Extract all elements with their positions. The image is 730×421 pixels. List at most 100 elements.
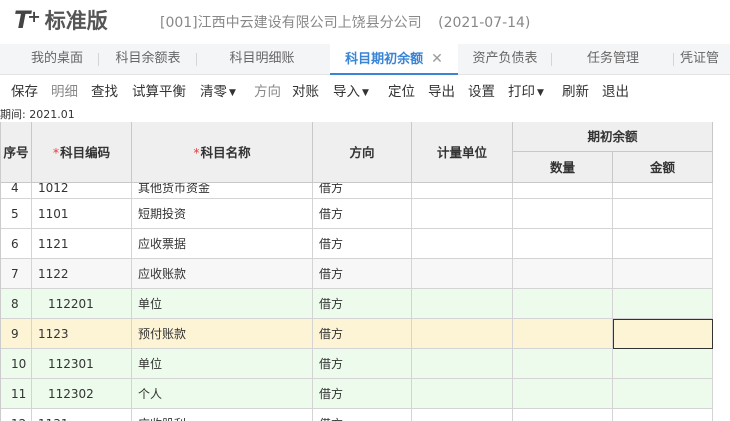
cell-direction[interactable]: 借方	[313, 183, 412, 199]
cell-code[interactable]: 1131	[32, 409, 132, 421]
locate-button[interactable]: 定位	[388, 80, 415, 100]
refresh-button[interactable]: 刷新	[562, 80, 589, 100]
cell-unit[interactable]	[412, 349, 513, 379]
tab-balance-sheet[interactable]: 资产负债表	[458, 44, 552, 74]
import-menu[interactable]: 导入 ▼	[333, 80, 369, 100]
reconcile-button[interactable]: 对账	[292, 80, 319, 100]
header-direction[interactable]: 方向	[313, 122, 412, 183]
chevron-down-icon: ▼	[229, 88, 236, 98]
tab-label: 科目期初余额	[345, 52, 424, 67]
cell-direction[interactable]: 借方	[313, 379, 412, 409]
grid-header: 序号 *科目编码 *科目名称 方向 计量单位 期初余额 数量 金额	[1, 122, 713, 183]
cell-name[interactable]: 其他货币资金	[132, 183, 313, 199]
tab-task-management[interactable]: 任务管理	[552, 44, 674, 74]
cell-code[interactable]: 1122	[32, 259, 132, 289]
header-name-label: 科目名称	[200, 145, 251, 160]
cell-name[interactable]: 应收票据	[132, 229, 313, 259]
header-code[interactable]: *科目编码	[32, 122, 132, 183]
tab-voucher[interactable]: 凭证管	[680, 44, 730, 74]
tab-label: 科目明细账	[229, 51, 295, 66]
cell-amount[interactable]	[613, 289, 713, 319]
detail-button[interactable]: 明细	[51, 80, 78, 100]
cell-code[interactable]: 1121	[32, 229, 132, 259]
cell-amount[interactable]	[613, 259, 713, 289]
tab-opening-balance[interactable]: 科目期初余额 ✕	[330, 44, 458, 75]
cell-code[interactable]: 1123	[32, 319, 132, 349]
cell-quantity[interactable]	[513, 379, 613, 409]
cell-direction[interactable]: 借方	[313, 229, 412, 259]
cell-name[interactable]: 预付账款	[132, 319, 313, 349]
close-icon[interactable]: ✕	[431, 51, 443, 67]
cell-name[interactable]: 个人	[132, 379, 313, 409]
cell-seq: 12	[1, 409, 32, 421]
header-unit[interactable]: 计量单位	[412, 122, 513, 183]
settings-button[interactable]: 设置	[468, 80, 495, 100]
direction-button[interactable]: 方向	[254, 80, 281, 100]
header-amount-label: 金额	[649, 160, 675, 175]
cell-amount[interactable]	[613, 379, 713, 409]
save-button[interactable]: 保存	[11, 80, 38, 100]
cell-quantity[interactable]	[513, 289, 613, 319]
cell-quantity[interactable]	[513, 199, 613, 229]
cell-quantity[interactable]	[513, 229, 613, 259]
cell-amount[interactable]	[613, 199, 713, 229]
cell-name[interactable]: 单位	[132, 349, 313, 379]
cell-code[interactable]: 112201	[32, 289, 132, 319]
cell-name[interactable]: 单位	[132, 289, 313, 319]
cell-direction[interactable]: 借方	[313, 319, 412, 349]
clear-menu[interactable]: 清零 ▼	[200, 80, 236, 100]
cell-seq: 8	[1, 289, 32, 319]
cell-quantity[interactable]	[513, 349, 613, 379]
cell-seq: 9	[1, 319, 32, 349]
cell-direction[interactable]: 借方	[313, 259, 412, 289]
tab-account-detail[interactable]: 科目明细账	[197, 44, 327, 74]
cell-quantity[interactable]	[513, 409, 613, 421]
cell-unit[interactable]	[412, 319, 513, 349]
print-label: 打印	[508, 84, 535, 100]
export-button[interactable]: 导出	[428, 80, 455, 100]
cell-amount[interactable]	[613, 229, 713, 259]
period-label: 期间: 2021.01	[0, 108, 75, 121]
company-info: [001]江西中云建设有限公司上饶县分公司 (2021-07-14)	[160, 12, 530, 32]
header-quantity[interactable]: 数量	[513, 152, 613, 183]
cell-unit[interactable]	[412, 183, 513, 199]
cell-quantity[interactable]	[513, 319, 613, 349]
cell-amount[interactable]	[613, 183, 713, 199]
print-menu[interactable]: 打印 ▼	[508, 80, 544, 100]
cell-code[interactable]: 1101	[32, 199, 132, 229]
logo-text: 标准版	[44, 9, 108, 33]
cell-quantity[interactable]	[513, 259, 613, 289]
cell-code[interactable]: 1012	[32, 183, 132, 199]
cell-name[interactable]: 应收股利	[132, 409, 313, 421]
cell-amount-focused[interactable]	[613, 319, 713, 349]
cell-unit[interactable]	[412, 409, 513, 421]
cell-direction[interactable]: 借方	[313, 289, 412, 319]
cell-amount[interactable]	[613, 409, 713, 421]
exit-button[interactable]: 退出	[602, 80, 629, 100]
required-mark: *	[52, 145, 60, 160]
cell-direction[interactable]: 借方	[313, 349, 412, 379]
cell-direction[interactable]: 借方	[313, 199, 412, 229]
tab-account-balance[interactable]: 科目余额表	[99, 44, 197, 74]
cell-unit[interactable]	[412, 259, 513, 289]
cell-unit[interactable]	[412, 229, 513, 259]
cell-name[interactable]: 短期投资	[132, 199, 313, 229]
cell-amount[interactable]	[613, 349, 713, 379]
cell-name[interactable]: 应收账款	[132, 259, 313, 289]
cell-code[interactable]: 112302	[32, 379, 132, 409]
header-seq: 序号	[1, 122, 32, 183]
cell-quantity[interactable]	[513, 183, 613, 199]
trial-balance-button[interactable]: 试算平衡	[132, 80, 186, 100]
header-code-label: 科目编码	[60, 145, 111, 160]
tab-my-desktop[interactable]: 我的桌面	[15, 44, 99, 74]
find-button[interactable]: 查找	[91, 80, 118, 100]
cell-unit[interactable]	[412, 379, 513, 409]
header-name[interactable]: *科目名称	[132, 122, 313, 183]
cell-unit[interactable]	[412, 289, 513, 319]
cell-code[interactable]: 112301	[32, 349, 132, 379]
import-label: 导入	[333, 84, 360, 100]
cell-unit[interactable]	[412, 199, 513, 229]
header-amount[interactable]: 金额	[613, 152, 713, 183]
cell-direction[interactable]: 借方	[313, 409, 412, 421]
clear-label: 清零	[200, 84, 227, 100]
